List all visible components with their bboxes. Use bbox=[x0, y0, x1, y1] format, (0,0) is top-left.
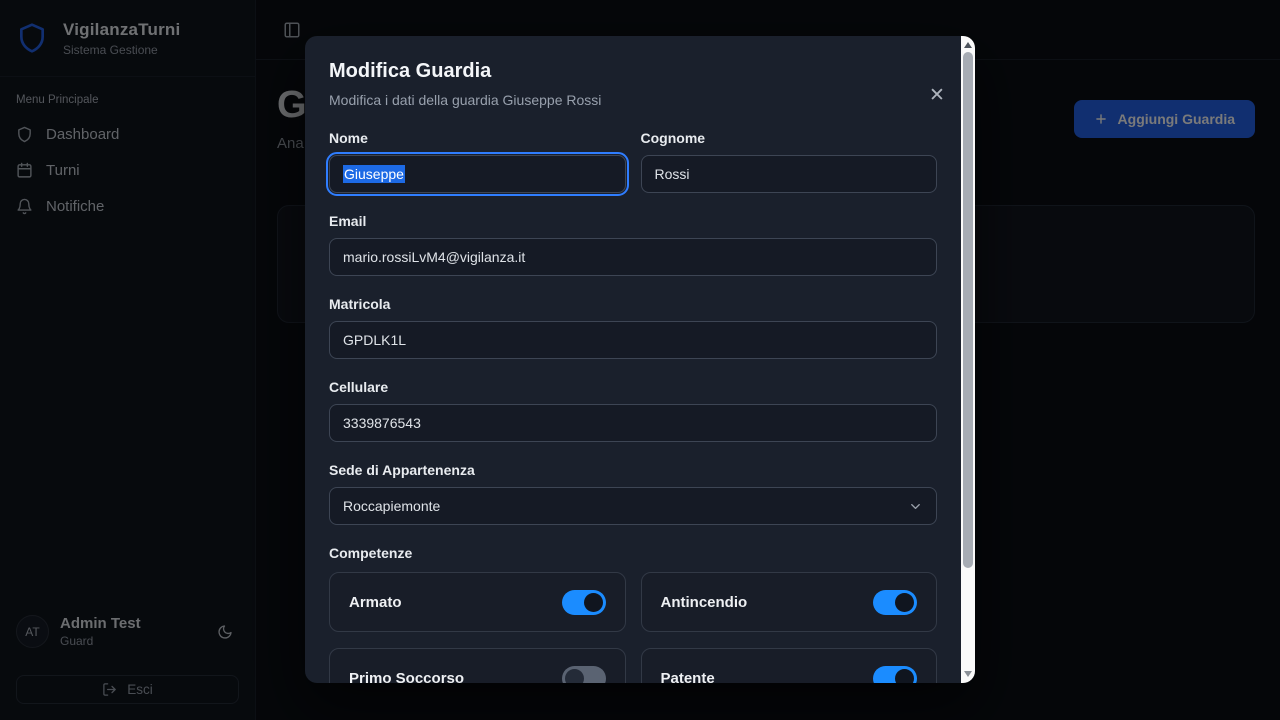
sede-select[interactable]: Roccapiemonte bbox=[329, 487, 937, 525]
close-modal-button[interactable]: ✕ bbox=[927, 86, 947, 106]
toggle-label: Primo Soccorso bbox=[349, 670, 464, 684]
nome-selected-text: Giuseppe bbox=[343, 165, 405, 183]
modal-title: Modifica Guardia bbox=[329, 58, 937, 84]
guard-form: Nome Giuseppe Cognome Email Matricola bbox=[329, 128, 937, 683]
antincendio-toggle[interactable] bbox=[873, 590, 917, 615]
email-input[interactable] bbox=[329, 238, 937, 276]
sede-label: Sede di Appartenenza bbox=[329, 460, 937, 480]
close-icon: ✕ bbox=[929, 85, 945, 106]
toggle-label: Antincendio bbox=[661, 594, 748, 611]
armato-toggle[interactable] bbox=[562, 590, 606, 615]
email-label: Email bbox=[329, 211, 937, 231]
field-nome: Nome Giuseppe bbox=[329, 128, 626, 193]
toggle-card-antincendio: Antincendio bbox=[641, 572, 938, 632]
competenze-label: Competenze bbox=[329, 543, 937, 563]
field-email: Email bbox=[329, 211, 937, 276]
modal-scrollbar[interactable] bbox=[961, 36, 975, 683]
matricola-input[interactable] bbox=[329, 321, 937, 359]
scrollbar-down-arrow-icon[interactable] bbox=[964, 671, 972, 677]
modifica-guardia-modal: Modifica Guardia Modifica i dati della g… bbox=[305, 36, 975, 683]
field-cognome: Cognome bbox=[641, 128, 938, 193]
nome-input[interactable]: Giuseppe bbox=[329, 155, 626, 193]
primo-soccorso-toggle[interactable] bbox=[562, 666, 606, 684]
patente-toggle[interactable] bbox=[873, 666, 917, 684]
scrollbar-up-arrow-icon[interactable] bbox=[964, 42, 972, 48]
toggle-label: Patente bbox=[661, 670, 715, 684]
sede-selected-value: Roccapiemonte bbox=[343, 498, 440, 514]
toggle-card-primo-soccorso: Primo Soccorso bbox=[329, 648, 626, 683]
cellulare-input[interactable] bbox=[329, 404, 937, 442]
toggle-card-armato: Armato bbox=[329, 572, 626, 632]
field-cellulare: Cellulare bbox=[329, 377, 937, 442]
scrollbar-thumb[interactable] bbox=[963, 52, 973, 568]
competenze-grid: Armato Antincendio Primo Soccorso Patent… bbox=[329, 572, 937, 683]
chevron-down-icon bbox=[908, 499, 923, 514]
cellulare-label: Cellulare bbox=[329, 377, 937, 397]
modal-body: Modifica Guardia Modifica i dati della g… bbox=[305, 36, 961, 683]
field-sede: Sede di Appartenenza Roccapiemonte bbox=[329, 460, 937, 525]
nome-label: Nome bbox=[329, 128, 626, 148]
cognome-input[interactable] bbox=[641, 155, 938, 193]
modal-subtitle: Modifica i dati della guardia Giuseppe R… bbox=[329, 90, 937, 110]
toggle-label: Armato bbox=[349, 594, 402, 611]
matricola-label: Matricola bbox=[329, 294, 937, 314]
field-matricola: Matricola bbox=[329, 294, 937, 359]
toggle-card-patente: Patente bbox=[641, 648, 938, 683]
cognome-label: Cognome bbox=[641, 128, 938, 148]
